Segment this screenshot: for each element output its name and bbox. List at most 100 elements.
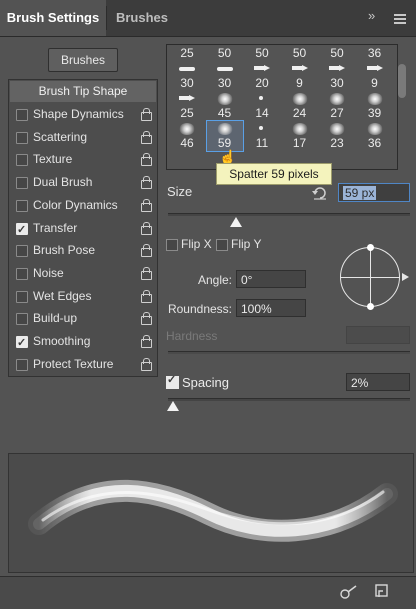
spacing-slider-track[interactable] <box>168 398 410 401</box>
option-checkbox[interactable] <box>16 358 28 371</box>
lock-icon[interactable] <box>141 335 152 348</box>
brush-preset-cell[interactable]: 36 <box>357 121 393 151</box>
brush-preset-cell[interactable]: 50 <box>244 45 280 61</box>
brush-tip-shape-item[interactable]: Brush Tip Shape <box>10 81 156 102</box>
lock-icon[interactable] <box>141 266 152 280</box>
flip-y-box[interactable] <box>216 239 228 251</box>
lock-icon[interactable] <box>141 153 152 167</box>
tab-brush-settings[interactable]: Brush Settings <box>0 0 106 36</box>
brush-preset-cell[interactable]: 9 <box>282 61 318 91</box>
tab-brushes[interactable]: Brushes <box>110 0 174 36</box>
brush-preset-cell[interactable]: 36 <box>357 45 393 61</box>
roundness-label: Roundness: <box>167 302 232 316</box>
brush-preset-cell[interactable]: 45 <box>207 91 243 121</box>
option-wet-edges[interactable]: Wet Edges <box>9 285 157 307</box>
option-transfer[interactable]: Transfer <box>9 217 157 241</box>
option-label: Smoothing <box>33 334 91 348</box>
option-checkbox[interactable] <box>16 199 28 212</box>
option-build-up[interactable]: Build-up <box>9 307 157 329</box>
brush-size-label: 45 <box>217 106 232 120</box>
option-dual-brush[interactable]: Dual Brush <box>9 171 157 193</box>
brush-preset-cell[interactable]: 46 <box>169 121 205 151</box>
lock-icon[interactable] <box>141 312 152 326</box>
toggle-live-tip-preview-icon[interactable] <box>340 585 358 599</box>
flip-x-box[interactable] <box>166 239 178 251</box>
option-checkbox[interactable] <box>16 177 28 190</box>
option-label: Build-up <box>33 311 78 326</box>
bottom-toolbar <box>0 576 416 609</box>
option-brush-pose[interactable]: Brush Pose <box>9 239 157 261</box>
brush-preset-cell[interactable]: 50 <box>207 45 243 61</box>
brush-options-list: Brush Tip Shape Shape Dynamics Scattering… <box>8 79 158 377</box>
lock-icon[interactable] <box>141 108 152 121</box>
brush-preset-cell[interactable]: 11 <box>244 121 280 151</box>
brush-preset-cell[interactable]: 30 <box>169 61 205 91</box>
brush-preset-cell[interactable]: 30 <box>319 61 355 91</box>
brush-preset-cell[interactable]: 25 <box>169 45 205 61</box>
brush-preset-cell[interactable]: 39 <box>357 91 393 121</box>
brush-size-label: 14 <box>255 106 269 120</box>
lock-icon[interactable] <box>141 244 152 258</box>
lock-icon[interactable] <box>141 221 152 235</box>
brush-size-label: 24 <box>292 106 307 120</box>
option-protect-texture[interactable]: Protect Texture <box>9 353 157 375</box>
lock-icon[interactable] <box>141 130 152 144</box>
spacing-slider-thumb[interactable] <box>166 401 179 411</box>
option-texture[interactable]: Texture <box>9 148 157 170</box>
brush-preset-cell[interactable]: 14 <box>244 91 280 121</box>
reset-size-icon[interactable] <box>312 186 328 200</box>
angle-vertical-axis <box>370 247 371 307</box>
option-noise[interactable]: Noise <box>9 262 157 284</box>
brush-tip-icon <box>259 126 263 130</box>
panel-menu-icon[interactable] <box>394 14 406 24</box>
brush-preset-cell[interactable]: 17 <box>282 121 318 151</box>
roundness-handle-top[interactable] <box>367 244 374 251</box>
brushes-button[interactable]: Brushes <box>48 48 118 72</box>
angle-input[interactable]: 0° <box>236 270 306 288</box>
spacing-checkbox[interactable] <box>166 373 179 389</box>
roundness-handle-bottom[interactable] <box>367 303 374 310</box>
size-slider-track[interactable] <box>168 213 410 216</box>
angle-arrow-icon[interactable] <box>402 273 409 281</box>
option-checkbox[interactable] <box>16 131 28 144</box>
angle-roundness-widget[interactable] <box>328 237 410 319</box>
lock-icon[interactable] <box>141 289 152 303</box>
lock-icon[interactable] <box>141 198 152 212</box>
option-smoothing[interactable]: Smoothing <box>9 330 157 354</box>
option-scattering[interactable]: Scattering <box>9 126 157 148</box>
size-slider-thumb[interactable] <box>229 217 242 227</box>
brush-preset-cell[interactable]: 59 <box>205 120 244 152</box>
brush-preset-cell[interactable]: 20 <box>244 61 280 91</box>
new-brush-icon[interactable] <box>375 584 389 599</box>
brush-preset-cell[interactable]: 50 <box>282 45 318 61</box>
brush-preset-cell[interactable]: 25 <box>169 91 205 121</box>
brush-grid-scrollbar[interactable] <box>398 64 406 98</box>
size-input[interactable]: 59 px <box>338 183 410 202</box>
brush-tip-icon <box>179 67 195 71</box>
brush-preset-cell[interactable]: 24 <box>282 91 318 121</box>
option-checkbox[interactable] <box>16 245 28 258</box>
option-checkbox[interactable] <box>16 109 28 121</box>
option-checkbox[interactable] <box>16 219 28 241</box>
tab-bar: Brush Settings Brushes » <box>0 0 416 37</box>
option-checkbox[interactable] <box>16 267 28 280</box>
option-checkbox[interactable] <box>16 332 28 354</box>
option-color-dynamics[interactable]: Color Dynamics <box>9 194 157 216</box>
lock-icon[interactable] <box>141 357 152 371</box>
brush-preset-cell[interactable]: 9 <box>357 61 393 91</box>
roundness-input[interactable]: 100% <box>236 299 306 317</box>
brush-size-label: 39 <box>367 106 382 120</box>
lock-icon[interactable] <box>141 176 152 190</box>
brush-preset-cell[interactable]: 50 <box>319 45 355 61</box>
brush-tip-icon <box>291 93 308 105</box>
option-shape-dynamics[interactable]: Shape Dynamics <box>9 103 157 125</box>
option-checkbox[interactable] <box>16 313 28 326</box>
brush-preset-cell[interactable]: 30 <box>207 61 243 91</box>
spacing-input[interactable]: 2% <box>346 373 410 391</box>
brush-preset-cell[interactable]: 23 <box>319 121 355 151</box>
brush-preset-cell[interactable]: 27 <box>319 91 355 121</box>
option-checkbox[interactable] <box>16 290 28 303</box>
option-label: Color Dynamics <box>33 197 118 212</box>
option-checkbox[interactable] <box>16 154 28 167</box>
collapse-icon[interactable]: » <box>368 8 375 23</box>
